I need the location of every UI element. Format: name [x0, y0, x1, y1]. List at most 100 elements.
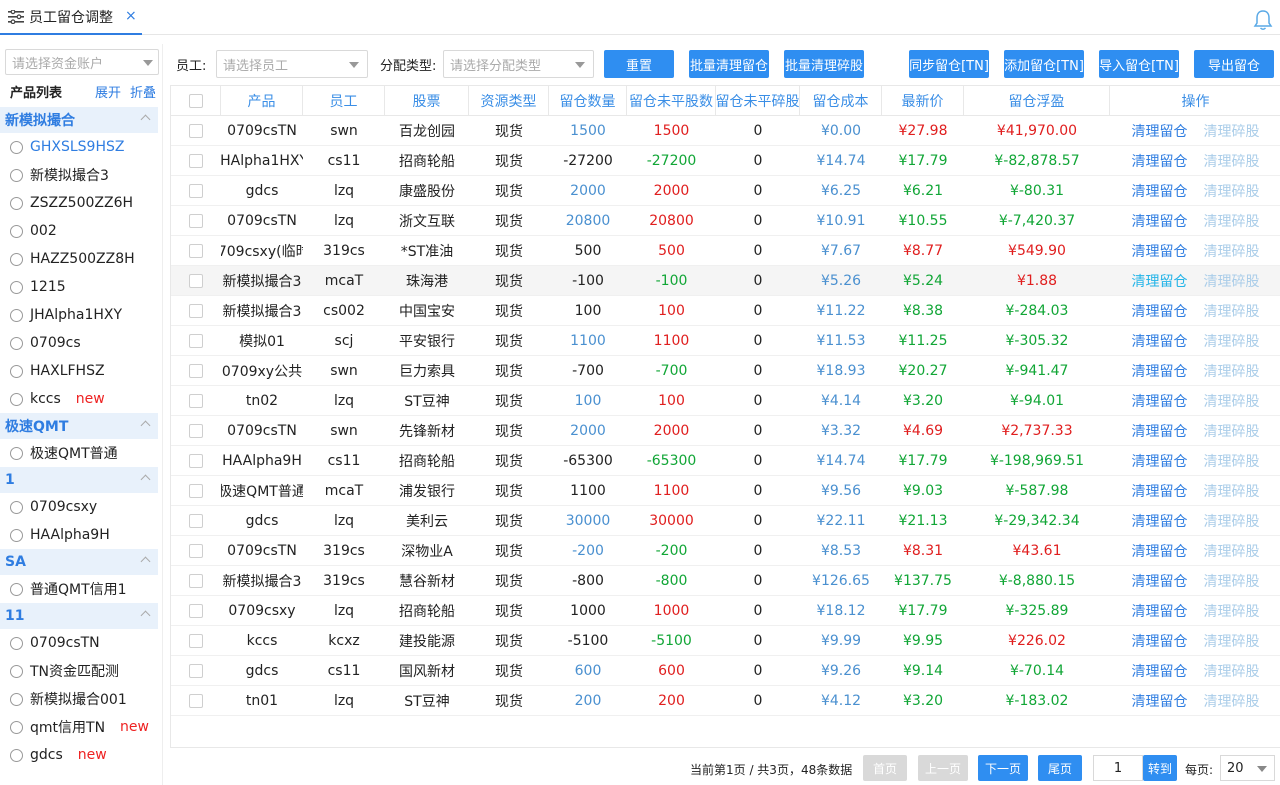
sync-button[interactable]: 同步留仓[TN] — [909, 50, 989, 78]
table-row[interactable]: 0709csxy lzq 招商轮船 现货 1000 1000 0 ¥18.12 ¥17.79 ¥-… — [171, 596, 1280, 626]
radio-button[interactable] — [10, 500, 23, 514]
clear-position-link[interactable]: 清理留仓 — [1132, 511, 1188, 531]
group-header[interactable]: 1 — [0, 467, 158, 493]
clear-odd-shares-link[interactable]: 清理碎股 — [1204, 241, 1260, 261]
row-checkbox[interactable] — [189, 154, 203, 168]
per-page-select[interactable]: 20 — [1220, 755, 1275, 781]
clear-position-link[interactable]: 清理留仓 — [1132, 571, 1188, 591]
first-page-button[interactable]: 首页 — [863, 755, 907, 781]
table-row[interactable]: 模拟01 scj 平安银行 现货 1100 1100 0 ¥11.53 ¥11.25 ¥-305.… — [171, 326, 1280, 356]
group-header[interactable]: 极速QMT — [0, 413, 158, 439]
last-page-button[interactable]: 尾页 — [1038, 755, 1082, 781]
radio-button[interactable] — [10, 582, 23, 596]
close-icon[interactable]: × — [125, 8, 137, 24]
table-row[interactable]: 0709xy公共 swn 巨力索具 现货 -700 -700 0 ¥18.93 ¥20.27 ¥-… — [171, 356, 1280, 386]
product-item[interactable]: GHXSLS9HSZ — [0, 133, 158, 161]
product-item[interactable]: ZSZZ500ZZ6H — [0, 189, 158, 217]
radio-button[interactable] — [10, 140, 23, 154]
clear-odd-shares-link[interactable]: 清理碎股 — [1204, 211, 1260, 231]
clear-position-link[interactable]: 清理留仓 — [1132, 121, 1188, 141]
clear-position-link[interactable]: 清理留仓 — [1132, 241, 1188, 261]
column-header[interactable]: 股票 — [385, 86, 469, 116]
row-checkbox[interactable] — [189, 574, 203, 588]
column-header[interactable]: 留仓未平股数 — [627, 86, 716, 116]
row-checkbox[interactable] — [189, 454, 203, 468]
radio-button[interactable] — [10, 528, 23, 542]
clear-position-link[interactable]: 清理留仓 — [1132, 271, 1188, 291]
product-item[interactable]: HAZZ500ZZ8H — [0, 245, 158, 273]
row-checkbox[interactable] — [189, 124, 203, 138]
clear-odd-shares-link[interactable]: 清理碎股 — [1204, 301, 1260, 321]
clear-position-link[interactable]: 清理留仓 — [1132, 691, 1188, 711]
clear-position-link[interactable]: 清理留仓 — [1132, 631, 1188, 651]
clear-odd-shares-link[interactable]: 清理碎股 — [1204, 541, 1260, 561]
radio-button[interactable] — [10, 196, 23, 210]
product-item[interactable]: 普通QMT信用1 — [0, 575, 158, 603]
clear-odd-shares-link[interactable]: 清理碎股 — [1204, 691, 1260, 711]
radio-button[interactable] — [10, 664, 23, 678]
clear-odd-shares-link[interactable]: 清理碎股 — [1204, 361, 1260, 381]
clear-odd-shares-link[interactable]: 清理碎股 — [1204, 331, 1260, 351]
group-header[interactable]: 11 — [0, 603, 158, 629]
product-item[interactable]: HAXLFHSZ — [0, 357, 158, 385]
page-number-input[interactable]: 1 — [1093, 755, 1143, 781]
table-row[interactable]: 0709csxy(临时) 319cs *ST准油 现货 500 500 0 ¥7.67 ¥8.7… — [171, 236, 1280, 266]
clear-position-link[interactable]: 清理留仓 — [1132, 451, 1188, 471]
group-header[interactable]: 新模拟撮合 — [0, 107, 158, 133]
clear-position-link[interactable]: 清理留仓 — [1132, 181, 1188, 201]
table-row[interactable]: gdcs cs11 国风新材 现货 600 600 0 ¥9.26 ¥9.14 ¥-70.14 清理… — [171, 656, 1280, 686]
account-select[interactable]: 请选择资金账户 — [5, 49, 159, 75]
clear-position-link[interactable]: 清理留仓 — [1132, 601, 1188, 621]
table-row[interactable]: 极速QMT普通 mcaT 浦发银行 现货 1100 1100 0 ¥9.56 ¥9.03 ¥-58… — [171, 476, 1280, 506]
batch-clear-odd-button[interactable]: 批量清理碎股 — [784, 50, 864, 78]
table-row[interactable]: HAAlpha9H cs11 招商轮船 现货 -65300 -65300 0 ¥14.74 ¥1… — [171, 446, 1280, 476]
row-checkbox[interactable] — [189, 334, 203, 348]
radio-button[interactable] — [10, 252, 23, 266]
clear-position-link[interactable]: 清理留仓 — [1132, 421, 1188, 441]
table-row[interactable]: 0709csTN lzq 浙文互联 现货 20800 20800 0 ¥10.91 ¥10.55… — [171, 206, 1280, 236]
column-header[interactable]: 留仓数量 — [549, 86, 627, 116]
table-row[interactable]: 0709csTN swn 百龙创园 现货 1500 1500 0 ¥0.00 ¥27.98 ¥41… — [171, 116, 1280, 146]
column-header[interactable]: 留仓未平碎股 — [716, 86, 800, 116]
table-row[interactable]: 0709csTN swn 先锋新材 现货 2000 2000 0 ¥3.32 ¥4.69 ¥2,7… — [171, 416, 1280, 446]
clear-odd-shares-link[interactable]: 清理碎股 — [1204, 121, 1260, 141]
clear-odd-shares-link[interactable]: 清理碎股 — [1204, 181, 1260, 201]
chevron-up-icon[interactable] — [140, 420, 151, 431]
table-row[interactable]: gdcs lzq 康盛股份 现货 2000 2000 0 ¥6.25 ¥6.21 ¥-80.31 清… — [171, 176, 1280, 206]
product-item[interactable]: 极速QMT普通 — [0, 439, 158, 467]
row-checkbox[interactable] — [189, 394, 203, 408]
radio-button[interactable] — [10, 392, 23, 406]
export-button[interactable]: 导出留仓 — [1194, 50, 1274, 78]
prev-page-button[interactable]: 上一页 — [918, 755, 968, 781]
batch-clear-button[interactable]: 批量清理留仓 — [689, 50, 769, 78]
row-checkbox[interactable] — [189, 664, 203, 678]
product-item[interactable]: 0709cs — [0, 329, 158, 357]
add-button[interactable]: 添加留仓[TN] — [1004, 50, 1084, 78]
column-header[interactable]: 员工 — [303, 86, 385, 116]
table-row[interactable]: tn01 lzq ST豆神 现货 200 200 0 ¥4.12 ¥3.20 ¥-183.02 清理… — [171, 686, 1280, 716]
table-row[interactable]: 0709csTN 319cs 深物业A 现货 -200 -200 0 ¥8.53 ¥8.31 ¥4… — [171, 536, 1280, 566]
clear-position-link[interactable]: 清理留仓 — [1132, 481, 1188, 501]
radio-button[interactable] — [10, 168, 23, 182]
expand-link[interactable]: 展开 — [95, 82, 121, 101]
collapse-link[interactable]: 折叠 — [130, 82, 156, 101]
product-item[interactable]: TN资金匹配测 — [0, 657, 158, 685]
clear-position-link[interactable]: 清理留仓 — [1132, 151, 1188, 171]
bell-icon[interactable] — [1253, 9, 1273, 31]
product-item[interactable]: 0709csxy — [0, 493, 158, 521]
chevron-up-icon[interactable] — [140, 474, 151, 485]
chevron-up-icon[interactable] — [140, 556, 151, 567]
product-item[interactable]: JHAlpha1HXY — [0, 301, 158, 329]
clear-position-link[interactable]: 清理留仓 — [1132, 541, 1188, 561]
row-checkbox[interactable] — [189, 274, 203, 288]
product-item[interactable]: kccs new — [0, 385, 158, 413]
select-all-checkbox[interactable] — [188, 94, 203, 108]
clear-position-link[interactable]: 清理留仓 — [1132, 391, 1188, 411]
table-row[interactable]: kccs kcxz 建投能源 现货 -5100 -5100 0 ¥9.99 ¥9.95 ¥226.… — [171, 626, 1280, 656]
row-checkbox[interactable] — [189, 634, 203, 648]
radio-button[interactable] — [10, 692, 23, 706]
clear-position-link[interactable]: 清理留仓 — [1132, 331, 1188, 351]
radio-button[interactable] — [10, 336, 23, 350]
table-row[interactable]: JHAlpha1HXY cs11 招商轮船 现货 -27200 -27200 0 ¥14.74… — [171, 146, 1280, 176]
clear-position-link[interactable]: 清理留仓 — [1132, 301, 1188, 321]
